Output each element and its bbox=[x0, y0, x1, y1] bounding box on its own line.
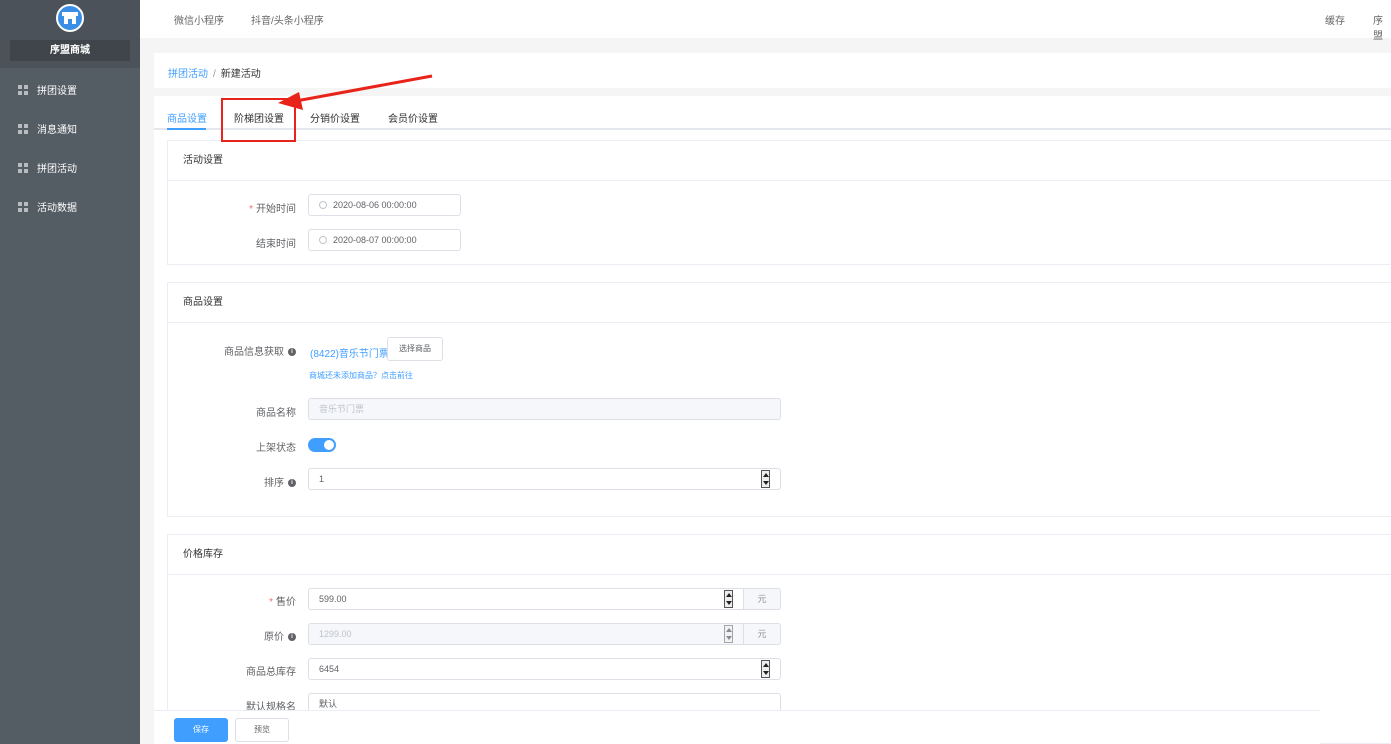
tab-distribution-price-settings[interactable]: 分销价设置 bbox=[310, 110, 360, 125]
product-name-label: 商品名称 bbox=[256, 408, 296, 419]
selected-product-link[interactable]: (8422)音乐节门票 bbox=[310, 345, 389, 360]
grid-icon bbox=[18, 123, 28, 134]
info-icon: i bbox=[288, 348, 296, 357]
required-mark: * bbox=[269, 597, 273, 608]
tab-wechat-miniprogram[interactable]: 微信小程序 bbox=[174, 12, 224, 27]
sidebar: 序盟商城 拼团设置 消息通知 拼团活动 活动数据 bbox=[0, 0, 140, 744]
product-name-input: 音乐节门票 bbox=[308, 398, 781, 420]
breadcrumb-bar: 拼团活动 / 新建活动 bbox=[154, 53, 1391, 88]
total-stock-label: 商品总库存 bbox=[246, 667, 296, 678]
required-mark: * bbox=[249, 204, 253, 215]
save-button[interactable]: 保存 bbox=[174, 718, 228, 742]
grid-icon bbox=[18, 201, 28, 212]
grid-icon bbox=[18, 84, 28, 95]
info-icon: i bbox=[288, 633, 296, 642]
info-icon: i bbox=[288, 479, 296, 488]
sidebar-item-label: 拼团设置 bbox=[37, 86, 77, 97]
start-time-label: * 开始时间 bbox=[249, 204, 296, 215]
product-settings-card: 商品设置 商品信息获取 i (8422)音乐节门票 选择商品 商城还未添加商品？点… bbox=[167, 282, 1391, 517]
end-time-label: 结束时间 bbox=[256, 239, 296, 250]
preview-button[interactable]: 预览 bbox=[235, 718, 289, 742]
sale-price-unit: 元 bbox=[744, 588, 781, 610]
shop-name: 序盟商城 bbox=[10, 40, 130, 61]
number-spinner[interactable] bbox=[761, 660, 770, 678]
active-tab-indicator bbox=[167, 128, 206, 130]
activity-settings-card: 活动设置 * 开始时间 2020-08-06 00:00:00 结束时间 2020… bbox=[167, 140, 1391, 265]
add-product-hint-link[interactable]: 商城还未添加商品？点击前往 bbox=[309, 370, 413, 381]
tab-product-settings[interactable]: 商品设置 bbox=[167, 110, 207, 125]
sale-price-label: * 售价 bbox=[269, 597, 296, 608]
clock-icon bbox=[319, 201, 327, 209]
breadcrumb: 拼团活动 / 新建活动 bbox=[168, 65, 261, 80]
sidebar-item-label: 活动数据 bbox=[37, 203, 77, 214]
sort-label: 排序 i bbox=[168, 474, 296, 489]
sidebar-item-activity-data[interactable]: 活动数据 bbox=[0, 187, 140, 226]
breadcrumb-separator: / bbox=[213, 69, 216, 80]
original-price-input: 1299.00 bbox=[308, 623, 744, 645]
sidebar-item-group-activities[interactable]: 拼团活动 bbox=[0, 148, 140, 187]
shop-logo-icon bbox=[56, 4, 84, 32]
main-panel: 商品设置 阶梯团设置 分销价设置 会员价设置 活动设置 * 开始时间 2020-0… bbox=[154, 96, 1391, 744]
breadcrumb-current: 新建活动 bbox=[220, 69, 261, 80]
user-menu[interactable]: 序盟 bbox=[1373, 12, 1391, 42]
tab-douyin-miniprogram[interactable]: 抖音/头条小程序 bbox=[251, 12, 324, 27]
breadcrumb-parent-link[interactable]: 拼团活动 bbox=[168, 69, 208, 80]
annotation-highlight-box bbox=[221, 98, 296, 142]
grid-icon bbox=[18, 162, 28, 173]
cache-button[interactable]: 缓存 bbox=[1325, 12, 1345, 27]
end-time-input[interactable]: 2020-08-07 00:00:00 bbox=[308, 229, 461, 251]
top-bar: 微信小程序 抖音/头条小程序 缓存 序盟 bbox=[140, 0, 1391, 42]
clock-icon bbox=[319, 236, 327, 244]
number-spinner[interactable] bbox=[724, 590, 733, 608]
start-time-input[interactable]: 2020-08-06 00:00:00 bbox=[308, 194, 461, 216]
listing-status-toggle[interactable] bbox=[308, 438, 336, 452]
sidebar-item-group-settings[interactable]: 拼团设置 bbox=[0, 70, 140, 109]
sidebar-item-label: 拼团活动 bbox=[37, 164, 77, 175]
tab-member-price-settings[interactable]: 会员价设置 bbox=[388, 110, 438, 125]
total-stock-input[interactable]: 6454 bbox=[308, 658, 781, 680]
card-title: 商品设置 bbox=[168, 283, 1391, 323]
sale-price-input[interactable]: 599.00 bbox=[308, 588, 744, 610]
select-product-button[interactable]: 选择商品 bbox=[387, 337, 443, 361]
listing-status-label: 上架状态 bbox=[256, 443, 296, 454]
sidebar-item-label: 消息通知 bbox=[37, 125, 77, 136]
settings-tabs: 商品设置 阶梯团设置 分销价设置 会员价设置 bbox=[154, 96, 1391, 130]
product-source-label: 商品信息获取 i bbox=[168, 343, 296, 358]
number-spinner[interactable] bbox=[761, 470, 770, 488]
original-price-unit: 元 bbox=[744, 623, 781, 645]
sort-input[interactable]: 1 bbox=[308, 468, 781, 490]
footer-bar: 保存 预览 bbox=[154, 710, 1320, 744]
original-price-label: 原价 i bbox=[168, 628, 296, 643]
number-spinner bbox=[724, 625, 733, 643]
sidebar-item-notifications[interactable]: 消息通知 bbox=[0, 109, 140, 148]
card-title: 活动设置 bbox=[168, 141, 1391, 181]
card-title: 价格库存 bbox=[168, 535, 1391, 575]
